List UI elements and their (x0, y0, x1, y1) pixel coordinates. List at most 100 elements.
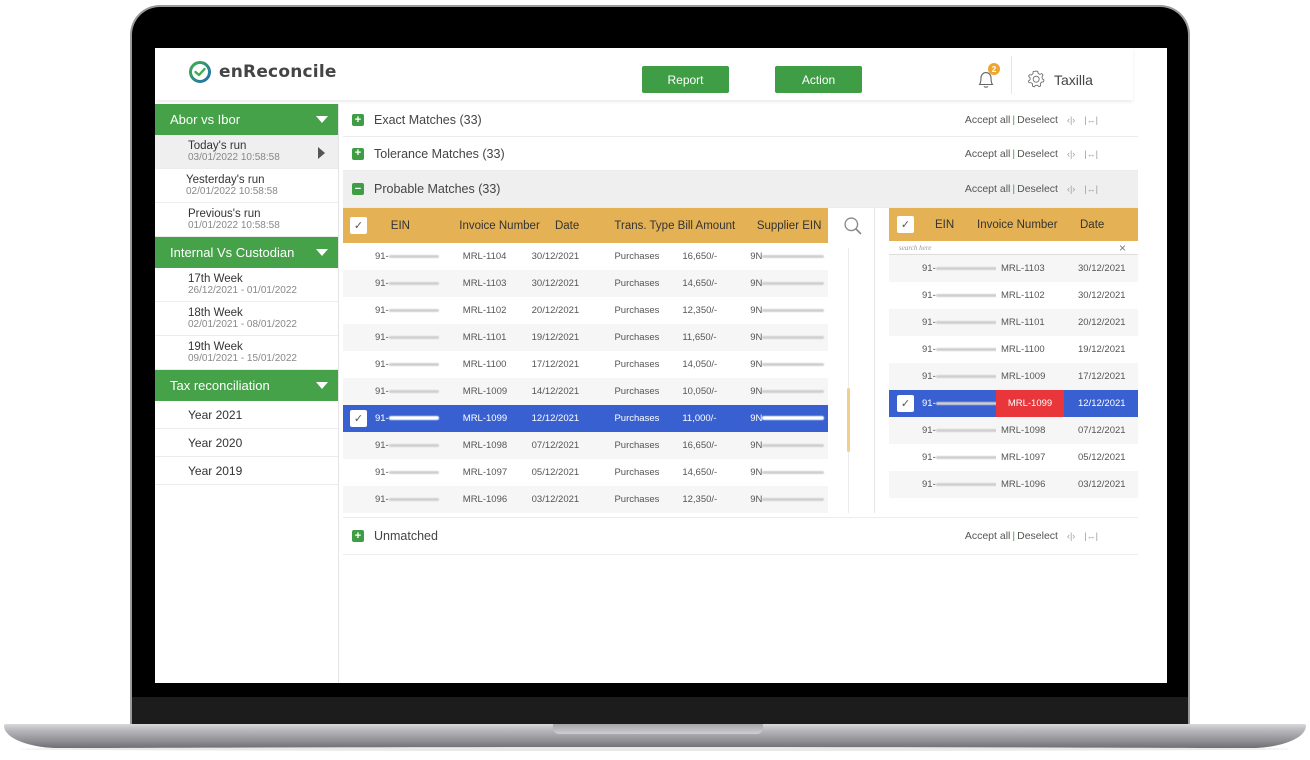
select-all-checkbox[interactable]: ✓ (350, 217, 367, 234)
pane-divider[interactable] (874, 208, 875, 513)
col-ein[interactable]: EIN (369, 220, 452, 232)
table-body: 91- MRL-1103 30/12/2021 91- MRL-1102 30/12/20… (889, 255, 1138, 498)
deselect-link[interactable]: Deselect (1017, 148, 1058, 160)
col-invoice-number[interactable]: Invoice Number (969, 208, 1074, 241)
item-label: Year 2020 (188, 435, 243, 450)
table-row[interactable]: 91- MRL-1104 30/12/2021 Purchases 16,650/- 9N (343, 243, 828, 270)
col-invoice-number[interactable]: Invoice Number (452, 220, 547, 232)
table-row[interactable]: ✓ 91- MRL-1099 12/12/2021 (889, 390, 1138, 417)
table-row[interactable]: 91- MRL-1100 19/12/2021 (889, 336, 1138, 363)
supplier-ein-cell: 9N (744, 359, 828, 370)
deselect-link[interactable]: Deselect (1017, 530, 1058, 542)
select-all-checkbox[interactable]: ✓ (897, 216, 914, 233)
section-title[interactable]: Probable Matches (33) (374, 182, 500, 196)
table-row[interactable]: 91- MRL-1098 07/12/2021 Purchases 16,650/- 9N (343, 432, 828, 459)
scrollbar-thumb[interactable] (847, 388, 850, 452)
col-date[interactable]: Date (1074, 219, 1134, 231)
date-cell: 30/12/2021 (531, 278, 580, 289)
row-checkbox[interactable]: ✓ (350, 410, 367, 427)
supplier-ein-cell: 9N (744, 494, 828, 505)
accept-all-link[interactable]: Accept all (965, 530, 1011, 542)
deselect-link[interactable]: Deselect (1017, 114, 1058, 126)
table-row[interactable]: 91- MRL-1101 20/12/2021 (889, 309, 1138, 336)
table-row[interactable]: 91- MRL-1096 03/12/2021 Purchases 12,350/- 9N (343, 486, 828, 513)
col-trans-type[interactable]: Trans. Type (606, 220, 677, 232)
col-supplier-ein[interactable]: Supplier EIN (749, 220, 828, 232)
sidebar-item-17th-week[interactable]: 17th Week 26/12/2021 - 01/01/2022 (155, 268, 338, 302)
col-bill-amount[interactable]: Bill Amount (678, 220, 749, 232)
table-row[interactable]: 91- MRL-1100 17/12/2021 Purchases 14,050/- 9N (343, 351, 828, 378)
accept-all-link[interactable]: Accept all (965, 114, 1011, 126)
item-label: Yesterday's run (186, 173, 265, 186)
col-ein[interactable]: EIN (917, 219, 969, 231)
table-row[interactable]: ✓ 91- MRL-1099 12/12/2021 Purchases 11,000/- 9… (343, 405, 828, 432)
sidebar-item-19th-week[interactable]: 19th Week 09/01/2021 - 15/01/2022 (155, 336, 338, 370)
expand-width-icon[interactable]: |↔| (1084, 531, 1098, 541)
expand-width-icon[interactable]: |↔| (1084, 184, 1098, 194)
sidebar-group-tax-reconciliation[interactable]: Tax reconciliation (155, 370, 338, 401)
ein-cell: 91- (917, 263, 996, 274)
action-button[interactable]: Action (775, 66, 862, 93)
expand-icon[interactable]: + (352, 530, 364, 542)
redacted-value (762, 416, 825, 421)
report-button[interactable]: Report (642, 66, 729, 93)
ein-prefix: 91- (922, 371, 936, 382)
split-view-icon[interactable]: ‹|› (1067, 149, 1075, 159)
amount-cell: 11,650/- (682, 332, 717, 343)
type-cell: Purchases (614, 332, 660, 343)
sidebar-item-18th-week[interactable]: 18th Week 02/01/2021 - 08/01/2022 (155, 302, 338, 336)
deselect-link[interactable]: Deselect (1017, 183, 1058, 195)
table-row[interactable]: 91- MRL-1103 30/12/2021 Purchases 14,650/- 9N (343, 270, 828, 297)
search-icon[interactable] (843, 216, 863, 236)
gear-icon[interactable] (1026, 69, 1046, 89)
table-row[interactable]: 91- MRL-1103 30/12/2021 (889, 255, 1138, 282)
expand-width-icon[interactable]: |↔| (1084, 149, 1098, 159)
row-checkbox[interactable]: ✓ (897, 395, 914, 412)
table-row[interactable]: 91- MRL-1098 07/12/2021 (889, 417, 1138, 444)
redacted-value (388, 335, 439, 339)
split-view-icon[interactable]: ‹|› (1067, 184, 1075, 194)
table-row[interactable]: 91- MRL-1101 19/12/2021 Purchases 11,650/- 9N (343, 324, 828, 351)
sidebar-item-yesterdays-run[interactable]: Yesterday's run 02/01/2022 10:58:58 (155, 169, 338, 203)
chevron-down-icon (316, 249, 328, 256)
sidebar-item-todays-run[interactable]: Today's run 03/01/2022 10:58:58 (155, 135, 338, 169)
app-logo[interactable]: enReconcile (188, 60, 337, 84)
table-row[interactable]: 91- MRL-1097 05/12/2021 Purchases 14,650/- 9N (343, 459, 828, 486)
user-name[interactable]: Taxilla (1054, 72, 1093, 88)
expand-icon[interactable]: + (352, 114, 364, 126)
table-row[interactable]: 91- MRL-1009 14/12/2021 Purchases 10,050/- 9N (343, 378, 828, 405)
scrollbar-track[interactable] (848, 248, 849, 513)
split-view-icon[interactable]: ‹|› (1067, 531, 1075, 541)
date-cell: 07/12/2021 (1078, 425, 1126, 436)
sidebar-item-year-2019[interactable]: Year 2019 (155, 457, 338, 485)
table-row[interactable]: 91- MRL-1097 05/12/2021 (889, 444, 1138, 471)
table-row[interactable]: 91- MRL-1096 03/12/2021 (889, 471, 1138, 498)
sidebar-item-year-2020[interactable]: Year 2020 (155, 429, 338, 457)
search-input[interactable]: search here × (889, 241, 1138, 255)
clear-search-icon[interactable]: × (1119, 241, 1126, 255)
expand-width-icon[interactable]: |↔| (1084, 115, 1098, 125)
sidebar-group-internal-vs-custodian[interactable]: Internal Vs Custodian (155, 237, 338, 268)
invoice-cell: MRL-1096 (462, 494, 508, 505)
sidebar-item-year-2021[interactable]: Year 2021 (155, 401, 338, 429)
invoice-cell: MRL-1104 (462, 251, 507, 262)
accept-all-link[interactable]: Accept all (965, 148, 1011, 160)
supplier-prefix: 9N (750, 278, 763, 289)
col-date[interactable]: Date (547, 220, 606, 232)
section-title[interactable]: Tolerance Matches (33) (374, 147, 505, 161)
section-unmatched: + Unmatched Accept all | Deselect ‹|› |↔… (343, 517, 1138, 555)
collapse-icon[interactable]: − (352, 183, 364, 195)
section-title[interactable]: Unmatched (374, 529, 438, 543)
split-view-icon[interactable]: ‹|› (1067, 115, 1075, 125)
accept-all-link[interactable]: Accept all (965, 183, 1011, 195)
supplier-prefix: 9N (750, 440, 763, 451)
date-cell: 03/12/2021 (1078, 479, 1126, 490)
expand-icon[interactable]: + (352, 147, 364, 160)
table-row[interactable]: 91- MRL-1102 30/12/2021 (889, 282, 1138, 309)
section-title[interactable]: Exact Matches (33) (374, 113, 482, 127)
sidebar-group-abor-vs-ibor[interactable]: Abor vs Ibor (155, 104, 338, 135)
table-row[interactable]: 91- MRL-1102 20/12/2021 Purchases 12,350/- 9N (343, 297, 828, 324)
table-row[interactable]: 91- MRL-1009 17/12/2021 (889, 363, 1138, 390)
redacted-value (935, 428, 996, 432)
sidebar-item-previous-run[interactable]: Previous's run 01/01/2022 10:58:58 (155, 203, 338, 237)
